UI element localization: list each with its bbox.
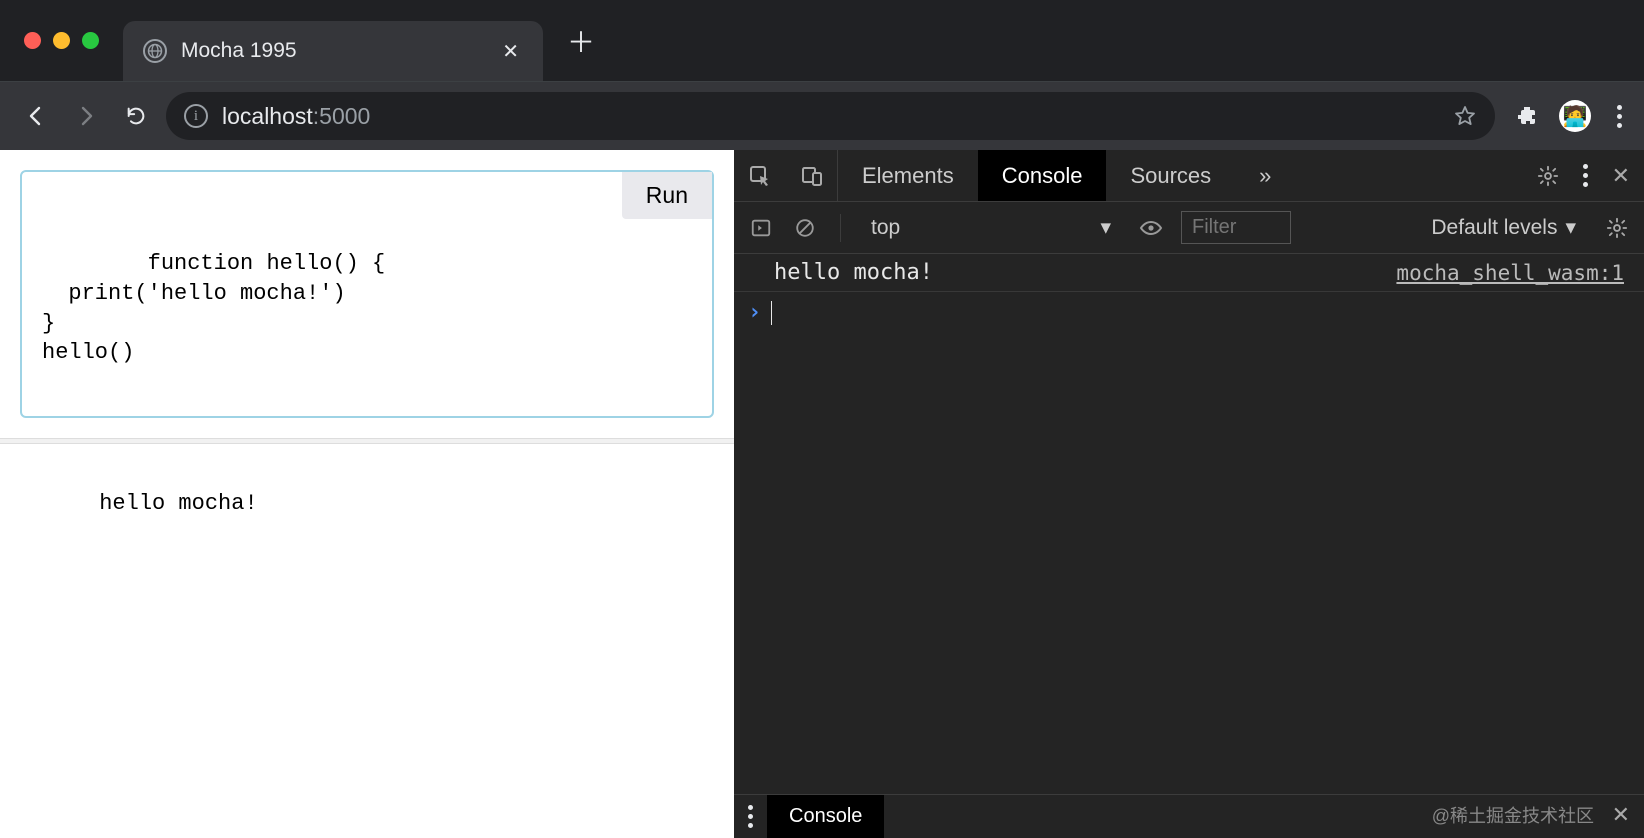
devtools-tabbar: Elements Console Sources » ✕ [734,150,1644,202]
console-output: hello mocha! mocha_shell_wasm:1 › [734,254,1644,333]
window-close-button[interactable] [24,32,41,49]
content-area: Run function hello() { print('hello moch… [0,150,1644,838]
browser-menu-icon[interactable] [1611,99,1628,134]
tab-elements[interactable]: Elements [838,150,978,201]
drawer-close-icon[interactable]: ✕ [1612,802,1630,828]
page-viewport: Run function hello() { print('hello moch… [0,150,734,838]
execution-context-select[interactable]: top ▾ [861,211,1121,244]
chevron-down-icon: ▾ [1100,215,1111,240]
window-titlebar: Mocha 1995 ✕ ＋ [0,0,1644,82]
drawer-menu-icon[interactable] [734,795,767,838]
tab-title: Mocha 1995 [181,39,488,63]
url-port: :5000 [313,103,371,129]
forward-button[interactable] [66,96,106,136]
address-bar[interactable]: i localhost:5000 [166,92,1495,140]
devtools-close-icon[interactable]: ✕ [1612,163,1630,189]
console-sidebar-toggle-icon[interactable] [746,213,776,243]
run-button[interactable]: Run [622,172,712,219]
log-levels-select[interactable]: Default levels ▾ [1431,215,1576,240]
url-text: localhost:5000 [222,103,370,130]
new-tab-button[interactable]: ＋ [543,21,619,61]
context-label: top [871,216,900,240]
globe-icon [143,39,167,63]
console-toolbar: top ▾ Default levels ▾ [734,202,1644,254]
console-filter-input[interactable] [1181,211,1291,244]
url-host: localhost [222,103,313,129]
toolbar-right: 🧑‍💻 [1505,99,1628,134]
devtools-drawer: Console @稀土掘金技术社区 ✕ [734,794,1644,838]
traffic-lights [24,32,99,49]
extensions-icon[interactable] [1515,104,1539,128]
code-editor[interactable]: Run function hello() { print('hello moch… [20,170,714,418]
tab-sources[interactable]: Sources [1106,150,1235,201]
console-prompt[interactable]: › [734,292,1644,333]
output-text: hello mocha! [99,491,257,516]
tab-console[interactable]: Console [978,150,1107,201]
log-source-link[interactable]: mocha_shell_wasm:1 [1396,261,1624,285]
output-panel: hello mocha! [0,444,734,563]
watermark-text: @稀土掘金技术社区 [1432,802,1594,828]
profile-avatar[interactable]: 🧑‍💻 [1559,100,1591,132]
site-info-icon[interactable]: i [184,104,208,128]
text-cursor [771,301,772,325]
chevron-down-icon: ▾ [1565,215,1576,240]
back-button[interactable] [16,96,56,136]
clear-console-icon[interactable] [790,213,820,243]
bookmark-star-icon[interactable] [1453,104,1477,128]
code-text: function hello() { print('hello mocha!')… [42,251,385,365]
prompt-caret-icon: › [748,300,761,325]
live-expression-eye-icon[interactable] [1135,212,1167,244]
reload-button[interactable] [116,96,156,136]
window-maximize-button[interactable] [82,32,99,49]
log-message: hello mocha! [774,260,933,285]
inspect-element-icon[interactable] [734,150,786,201]
settings-gear-icon[interactable] [1537,165,1559,187]
drawer-tab-console[interactable]: Console [767,795,884,838]
devtools-menu-icon[interactable] [1577,158,1594,193]
levels-label: Default levels [1431,216,1557,240]
browser-toolbar: i localhost:5000 🧑‍💻 [0,82,1644,150]
window-minimize-button[interactable] [53,32,70,49]
tabs-overflow-icon[interactable]: » [1235,150,1295,201]
browser-tab[interactable]: Mocha 1995 ✕ [123,21,543,81]
console-log-row[interactable]: hello mocha! mocha_shell_wasm:1 [734,254,1644,292]
device-toggle-icon[interactable] [786,150,838,201]
devtools-panel: Elements Console Sources » ✕ top [734,150,1644,838]
tab-close-icon[interactable]: ✕ [502,39,519,64]
console-settings-gear-icon[interactable] [1602,213,1632,243]
